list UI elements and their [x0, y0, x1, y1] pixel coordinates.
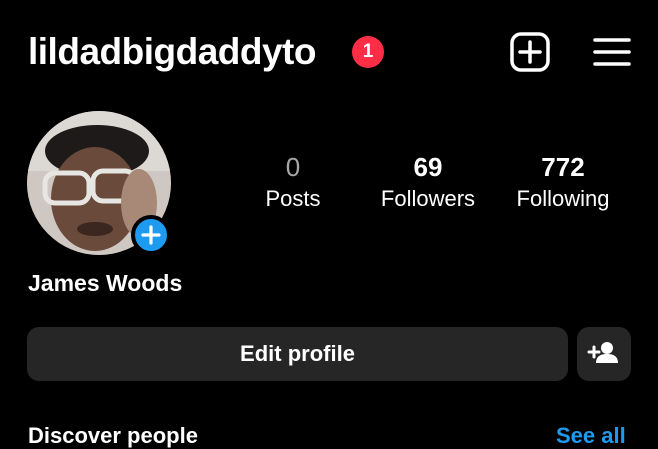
new-post-button[interactable] — [508, 30, 552, 74]
posts-stat[interactable]: 0 Posts — [228, 152, 358, 214]
posts-count: 0 — [285, 152, 301, 182]
profile-header: lildadbigdaddyto 1 — [0, 0, 658, 100]
plus-icon — [141, 225, 161, 245]
see-all-link[interactable]: See all — [556, 423, 626, 449]
display-name: James Woods — [28, 270, 183, 296]
hamburger-menu-icon — [593, 38, 631, 66]
posts-label: Posts — [265, 186, 321, 211]
add-person-icon — [587, 342, 618, 363]
following-count: 772 — [541, 152, 585, 182]
edit-profile-button[interactable]: Edit profile — [27, 327, 568, 381]
menu-button[interactable] — [590, 30, 634, 74]
username-title[interactable]: lildadbigdaddyto — [28, 30, 316, 74]
notification-badge[interactable]: 1 — [352, 36, 384, 68]
following-stat[interactable]: 772 Following — [498, 152, 628, 214]
followers-count: 69 — [413, 152, 443, 182]
followers-label: Followers — [380, 186, 476, 211]
plus-square-icon — [510, 32, 550, 72]
add-story-button[interactable] — [131, 215, 171, 255]
discover-people-button[interactable] — [577, 327, 631, 381]
followers-stat[interactable]: 69 Followers — [363, 152, 493, 214]
following-label: Following — [516, 186, 610, 211]
profile-avatar-container[interactable] — [27, 111, 171, 255]
discover-people-heading: Discover people — [28, 423, 198, 448]
